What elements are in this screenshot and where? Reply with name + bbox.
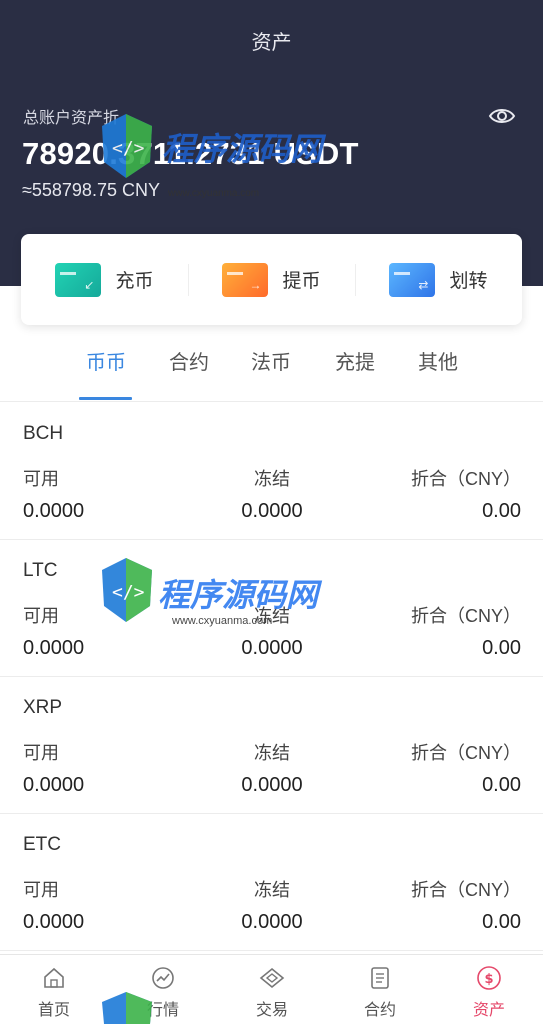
converted-value: 0.00 xyxy=(482,637,521,659)
frozen-label: 冻结 xyxy=(254,880,290,900)
converted-label: 折合（CNY） xyxy=(410,743,521,763)
frozen-label: 冻结 xyxy=(254,743,290,763)
deposit-card-icon: ↙ xyxy=(55,262,102,297)
frozen-value: 0.0000 xyxy=(241,911,303,933)
market-chart-icon xyxy=(152,967,174,989)
converted-label: 折合（CNY） xyxy=(410,880,521,900)
available-label: 可用 xyxy=(23,880,59,900)
withdraw-label: 提币 xyxy=(282,271,321,292)
total-assets-cny: ≈558798.75 CNY xyxy=(22,180,160,200)
tabbar-label-trade: 交易 xyxy=(255,1002,288,1019)
eye-icon[interactable] xyxy=(488,104,516,128)
available-label: 可用 xyxy=(23,606,59,626)
bottom-tab-bar: 首页 行情 交易 合约 $ 资产 xyxy=(0,954,543,1024)
list-item[interactable]: ETC 可用 冻结 折合（CNY） 0.0000 0.0000 0.00 xyxy=(0,814,543,951)
available-value: 0.0000 xyxy=(23,500,85,522)
page-title: 资产 xyxy=(251,32,292,54)
asset-name: XRP xyxy=(23,697,63,718)
transfer-button[interactable]: ⇄ 划转 xyxy=(355,234,522,325)
converted-value: 0.00 xyxy=(482,500,521,522)
frozen-value: 0.0000 xyxy=(241,637,303,659)
deposit-button[interactable]: ↙ 充币 xyxy=(21,234,188,325)
transfer-label: 划转 xyxy=(449,271,488,292)
frozen-label: 冻结 xyxy=(254,606,290,626)
available-value: 0.0000 xyxy=(23,774,85,796)
tabbar-label-assets: 资产 xyxy=(472,1002,505,1019)
total-assets-value: 78920.3711.2731 USDT xyxy=(22,136,359,171)
withdraw-button[interactable]: → 提币 xyxy=(188,234,355,325)
account-tabs: 币币 合约 法币 充提 其他 xyxy=(0,330,543,402)
available-label: 可用 xyxy=(23,743,59,763)
frozen-value: 0.0000 xyxy=(241,500,303,522)
quick-actions-card: ↙ 充币 → 提币 ⇄ 划转 xyxy=(21,234,522,325)
list-item[interactable]: BCH 可用 冻结 折合（CNY） 0.0000 0.0000 0.00 xyxy=(0,403,543,540)
withdraw-card-icon: → xyxy=(222,262,269,297)
available-value: 0.0000 xyxy=(23,911,85,933)
asset-name: LTC xyxy=(23,560,58,581)
tabbar-item-home[interactable]: 首页 xyxy=(9,965,99,1020)
tabbar-item-trade[interactable]: 交易 xyxy=(227,965,317,1020)
converted-label: 折合（CNY） xyxy=(410,606,521,626)
asset-name: ETC xyxy=(23,834,61,855)
svg-text:$: $ xyxy=(484,972,493,987)
total-assets-label: 总账户资产折 xyxy=(23,110,120,127)
tabbar-item-assets[interactable]: $ 资产 xyxy=(444,965,534,1020)
asset-name: BCH xyxy=(23,423,64,444)
transfer-card-icon: ⇄ xyxy=(389,262,436,297)
contract-document-icon xyxy=(371,967,389,989)
list-item[interactable]: XRP 可用 冻结 折合（CNY） 0.0000 0.0000 0.00 xyxy=(0,677,543,814)
frozen-value: 0.0000 xyxy=(241,774,303,796)
converted-value: 0.00 xyxy=(482,774,521,796)
tab-contract[interactable]: 合约 xyxy=(159,346,219,375)
active-tab-indicator xyxy=(79,397,132,400)
tab-fiat[interactable]: 法币 xyxy=(241,346,301,375)
deposit-label: 充币 xyxy=(115,271,154,292)
available-value: 0.0000 xyxy=(23,637,85,659)
tabbar-label-contract: 合约 xyxy=(363,1002,396,1019)
tabbar-label-home: 首页 xyxy=(37,1002,70,1019)
available-label: 可用 xyxy=(23,469,59,489)
tab-deposit-withdraw[interactable]: 充提 xyxy=(325,346,385,375)
trade-diamond-icon xyxy=(259,967,285,989)
home-icon xyxy=(44,967,64,988)
converted-value: 0.00 xyxy=(482,911,521,933)
frozen-label: 冻结 xyxy=(254,469,290,489)
tabbar-item-contract[interactable]: 合约 xyxy=(335,965,425,1020)
assets-dollar-icon: $ xyxy=(477,966,501,990)
tabbar-item-market[interactable]: 行情 xyxy=(118,965,208,1020)
asset-list: BCH 可用 冻结 折合（CNY） 0.0000 0.0000 0.00 LTC… xyxy=(0,403,543,951)
tab-spot[interactable]: 币币 xyxy=(76,346,136,375)
tabbar-label-market: 行情 xyxy=(146,1002,179,1019)
tab-other[interactable]: 其他 xyxy=(408,346,468,375)
converted-label: 折合（CNY） xyxy=(410,469,521,489)
list-item[interactable]: LTC 可用 冻结 折合（CNY） 0.0000 0.0000 0.00 xyxy=(0,540,543,677)
